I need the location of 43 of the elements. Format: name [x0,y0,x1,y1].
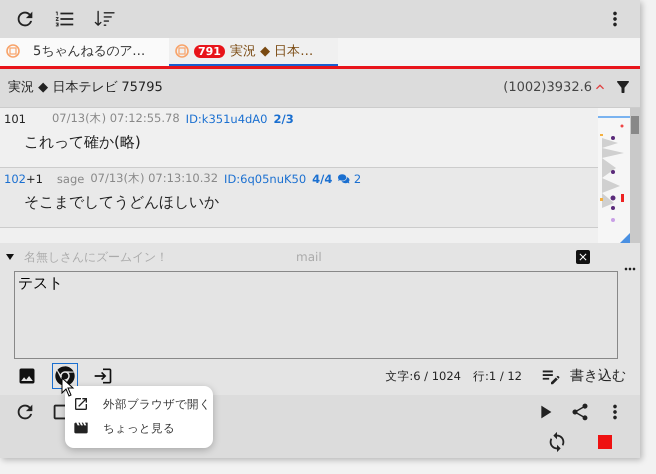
image-icon [17,366,37,386]
message-field[interactable]: テスト [14,271,618,359]
post-date: 07/13(木) 07:12:55.78 [52,111,180,126]
browser-button[interactable] [52,363,78,389]
comments-icon [338,172,350,184]
replies-link[interactable]: 2 [338,172,362,186]
mail-field[interactable]: mail [294,249,568,265]
thread-tab[interactable]: 791 実況 ◆ 日本… [169,38,338,66]
tab-label: 5ちゃんねるのア… [33,43,146,60]
share-icon[interactable] [570,402,590,422]
post-id[interactable]: ID:6q05nuK50 [224,172,306,186]
chrome-icon [55,366,75,386]
menu-item[interactable]: ちょっと見る [65,418,213,438]
post-number[interactable]: 102 [4,172,26,186]
post-id[interactable]: ID:k351u4dA0 [186,112,268,126]
thread-title: 実況 ◆ 日本テレビ 75795 [8,79,163,96]
post-mail: sage [56,172,84,186]
thread-speed: (1002)3932.6 [503,80,592,94]
board-icon [6,44,20,58]
unread-count: 791 [194,44,225,58]
line-count: 行:1 / 12 [472,368,522,384]
filter-icon[interactable] [614,78,632,96]
id-count[interactable]: 2/3 [274,112,294,126]
reply-count: +1 [26,172,43,186]
film-icon [73,420,89,436]
submit-button[interactable]: 書き込む [534,364,632,388]
close-button[interactable] [576,250,590,264]
post-body: これって確か(略) [24,133,142,152]
post-body: そこまでしてうどんほしいか [24,193,220,212]
login-icon [93,366,113,386]
board-icon [175,44,189,58]
close-icon [577,251,589,263]
post-number[interactable]: 101 [4,112,26,126]
menu-item[interactable]: 外部ブラウザで開く [65,394,213,414]
external-link-icon [73,396,89,412]
collapse-icon[interactable] [6,254,14,260]
name-field[interactable]: 名無しさんにズームイン！ [22,249,286,265]
thread-tab[interactable]: 5ちゃんねるのア… [0,38,169,66]
id-count[interactable]: 4/4 [312,172,332,186]
post-date: 07/13(木) 07:13:10.32 [90,171,218,186]
char-count: 文字:6 / 1024 [385,368,461,384]
scrollbar[interactable] [630,108,640,243]
tab-label: 実況 ◆ 日本… [230,43,314,60]
